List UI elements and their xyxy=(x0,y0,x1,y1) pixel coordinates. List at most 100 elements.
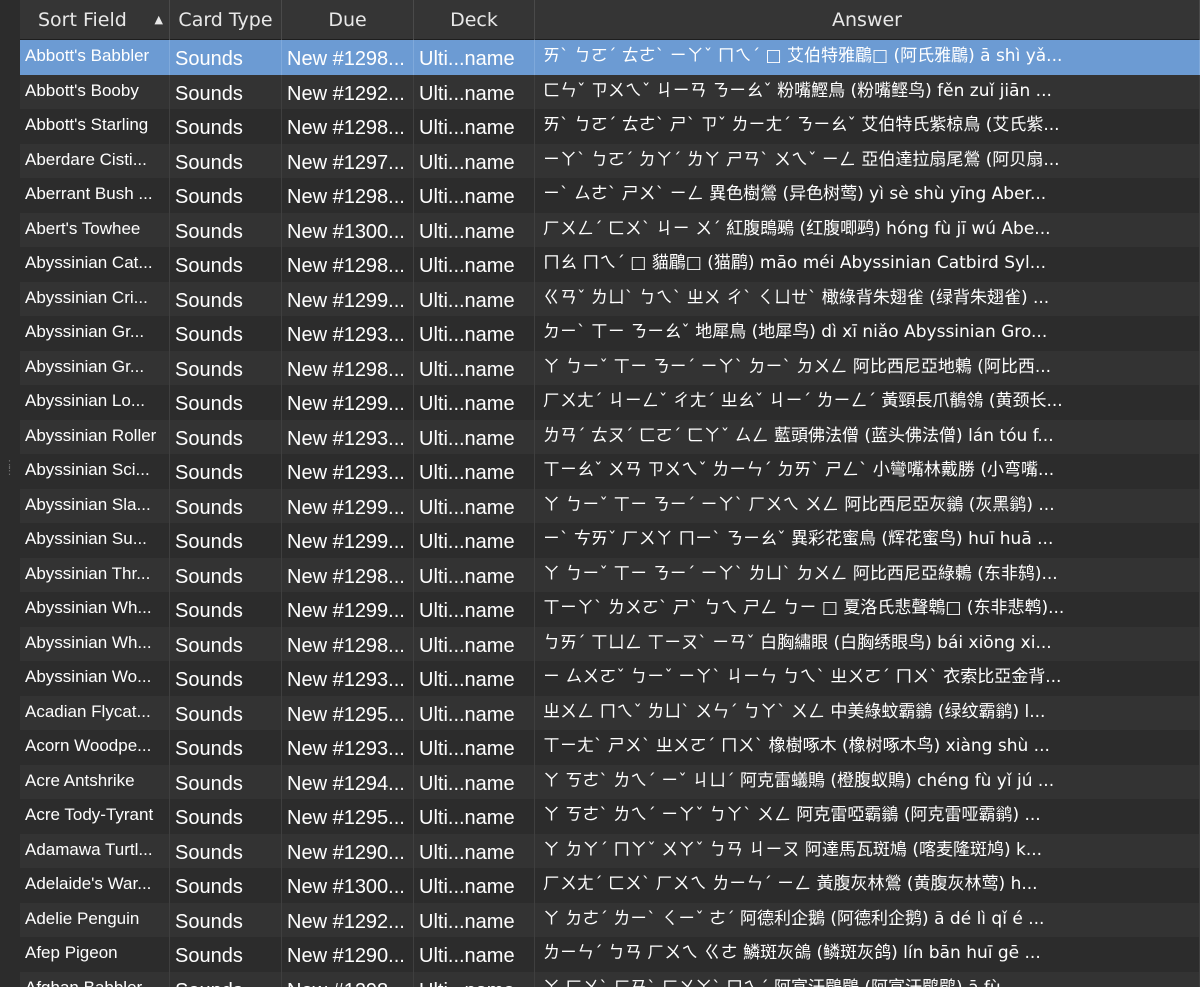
table-row[interactable]: Afghan BabblerSoundsNew #1298...Ulti...n… xyxy=(20,971,1200,987)
table-row[interactable]: Acre Antshrike Sounds New #1294... Ulti...n… xyxy=(20,764,1200,799)
table-row[interactable]: Abyssinian Su... Sounds New #1299... Ulti..… xyxy=(20,523,1200,558)
cell-sort-field: Abbott's Booby xyxy=(20,74,170,109)
table-row[interactable]: Abyssinian Wh... Sounds New #1298... Ulti..… xyxy=(20,626,1200,661)
column-header-answer[interactable]: Answer xyxy=(535,0,1200,40)
cell-card-type: Sounds xyxy=(170,868,282,903)
cell-deck: Ulti...name xyxy=(414,350,535,385)
cell-due: New #1295... xyxy=(282,799,414,834)
cell-answer: ㄧ ㄙㄨㄛˇ ㄅㄧˇ ㄧㄚˋ ㄐㄧㄣ ㄅㄟˋ ㄓㄨㄛˊ ㄇㄨˋ 衣索比亞金背..… xyxy=(535,661,1200,696)
table-row[interactable]: Acorn Woodpe... Sounds New #1293... Ulti...… xyxy=(20,730,1200,765)
cell-due: New #1300... xyxy=(282,212,414,247)
sidebar-splitter[interactable]: ⋮ ⋮ xyxy=(0,0,20,987)
cell-deck: Ulti...name xyxy=(414,730,535,765)
cell-sort-field: Abyssinian Sci... xyxy=(20,454,170,489)
column-header-sort-field[interactable]: Sort Field ▲ xyxy=(20,0,170,40)
cell-due: New #1298... xyxy=(282,350,414,385)
cell-due: New #1298... xyxy=(282,626,414,661)
cell-answer: ㄓㄨㄥ ㄇㄟˇ ㄌㄩˋ ㄨㄣˊ ㄅㄚˋ ㄨㄥ 中美綠蚊霸鶲 (绿纹霸鹟) l..… xyxy=(535,695,1200,730)
cell-due: New #1293... xyxy=(282,419,414,454)
cell-card-type: Sounds xyxy=(170,109,282,144)
cell-card-type: Sounds xyxy=(170,40,282,75)
cell-deck: Ulti...name xyxy=(414,247,535,282)
cell-answer: ㄌㄢˊ ㄊㄡˊ ㄈㄛˊ ㄈㄚˇ ㄙㄥ 藍頭佛法僧 (蓝头佛法僧) lán tóu… xyxy=(535,419,1200,454)
cell-answer: ㄅㄞˊ ㄒㄩㄥ ㄒㄧㄡˋ ㄧㄢˇ 白胸繡眼 (白胸绣眼鸟) bái xiōng … xyxy=(535,626,1200,661)
cell-answer: ㄚ ㄈㄨˋ ㄏㄢˋ ㄏㄨㄚˋ ㄇㄟˊ 阿富汗鶥鶥 (阿富汗鹛鹛) ā fù... xyxy=(535,971,1200,987)
cell-answer: ㄧㄚˋ ㄅㄛˊ ㄉㄚˊ ㄌㄚ ㄕㄢˋ ㄨㄟˇ ㄧㄥ 亞伯達拉扇尾鶯 (阿贝扇..… xyxy=(535,143,1200,178)
cell-deck: Ulti...name xyxy=(414,661,535,696)
card-browser: ⋮ ⋮ Sort Field ▲ Card Type Due Deck Answe… xyxy=(0,0,1200,987)
cell-due: New #1298... xyxy=(282,557,414,592)
cell-due: New #1299... xyxy=(282,488,414,523)
cell-sort-field: Abyssinian Gr... xyxy=(20,316,170,351)
cell-sort-field: Acorn Woodpe... xyxy=(20,730,170,765)
table-row[interactable]: Acre Tody-Tyrant Sounds New #1295... Ulti..… xyxy=(20,799,1200,834)
table-row[interactable]: Abyssinian Cat... Sounds New #1298... Ulti.… xyxy=(20,247,1200,282)
splitter-grip-icon[interactable]: ⋮ ⋮ xyxy=(4,459,15,486)
cell-deck: Ulti...name xyxy=(414,212,535,247)
cell-deck: Ulti...name xyxy=(414,799,535,834)
cell-card-type: Sounds xyxy=(170,833,282,868)
table-row[interactable]: Abyssinian Thr... Sounds New #1298... Ulti.… xyxy=(20,557,1200,592)
cell-card-type: Sounds xyxy=(170,454,282,489)
cell-deck: Ulti...name xyxy=(414,937,535,972)
cell-card-type: Sounds xyxy=(170,557,282,592)
table-row[interactable]: Aberdare Cisti... Sounds New #1297... Ulti.… xyxy=(20,143,1200,178)
cell-card-type: Sounds xyxy=(170,385,282,420)
table-row[interactable]: Adelie Penguin Sounds New #1292... Ulti...n… xyxy=(20,902,1200,937)
table-row[interactable]: Abbott's Booby Sounds New #1292... Ulti...n… xyxy=(20,74,1200,109)
cell-answer: ㄒㄧㄤˋ ㄕㄨˋ ㄓㄨㄛˊ ㄇㄨˋ 橡樹啄木 (橡树啄木鸟) xiàng shù… xyxy=(535,730,1200,765)
cell-sort-field: Abyssinian Wh... xyxy=(20,626,170,661)
cell-deck: Ulti...name xyxy=(414,40,535,75)
table-row[interactable]: Abyssinian Gr... Sounds New #1298... Ulti..… xyxy=(20,350,1200,385)
cell-due: New #1299... xyxy=(282,281,414,316)
table-row[interactable]: Abyssinian Sci... Sounds New #1293... Ulti.… xyxy=(20,454,1200,489)
cell-card-type: Sounds xyxy=(170,488,282,523)
cell-deck: Ulti...name xyxy=(414,281,535,316)
cell-card-type: Sounds xyxy=(170,661,282,696)
cell-card-type: Sounds xyxy=(170,902,282,937)
cell-card-type: Sounds xyxy=(170,212,282,247)
column-header-card-type[interactable]: Card Type xyxy=(170,0,282,40)
table-row[interactable]: Abyssinian Cri... Sounds New #1299... Ulti.… xyxy=(20,281,1200,316)
cell-due: New #1298... xyxy=(282,178,414,213)
table-row[interactable]: Abbott's Starling Sounds New #1298... Ulti.… xyxy=(20,109,1200,144)
sort-ascending-icon: ▲ xyxy=(154,13,163,26)
table-row[interactable]: Abert's Towhee Sounds New #1300... Ulti...n… xyxy=(20,212,1200,247)
table-row[interactable]: Afep Pigeon Sounds New #1290... Ulti...name… xyxy=(20,937,1200,972)
cell-answer: ㄧˋ ㄙㄜˋ ㄕㄨˋ ㄧㄥ 異色樹鶯 (异色树莺) yì sè shù yīng… xyxy=(535,178,1200,213)
table-row[interactable]: Abyssinian Lo... Sounds New #1299... Ulti..… xyxy=(20,385,1200,420)
cell-deck: Ulti...name xyxy=(414,695,535,730)
cell-answer: ㄚ ㄉㄜˊ ㄌㄧˋ ㄑㄧˇ ㄜˊ 阿德利企鵝 (阿德利企鹅) ā dé lì q… xyxy=(535,902,1200,937)
cell-sort-field: Abyssinian Su... xyxy=(20,523,170,558)
cell-due: New #1292... xyxy=(282,902,414,937)
table-row[interactable]: Abyssinian Sla... Sounds New #1299... Ulti.… xyxy=(20,488,1200,523)
cell-answer: ㄉㄧˋ ㄒㄧ ㄋㄧㄠˇ 地犀鳥 (地犀鸟) dì xī niǎo Abyssin… xyxy=(535,316,1200,351)
cell-card-type: Sounds xyxy=(170,971,282,987)
column-header-label: Answer xyxy=(832,9,902,31)
column-header-deck[interactable]: Deck xyxy=(414,0,535,40)
cell-deck: Ulti...name xyxy=(414,178,535,213)
cell-due: New #1300... xyxy=(282,868,414,903)
cell-card-type: Sounds xyxy=(170,626,282,661)
cell-answer: ㄇㄠ ㄇㄟˊ □ 貓鶥□ (猫鹛) māo méi Abyssinian Cat… xyxy=(535,247,1200,282)
table-row[interactable]: Abyssinian Wh... Sounds New #1299... Ulti..… xyxy=(20,592,1200,627)
cell-due: New #1297... xyxy=(282,143,414,178)
table-row[interactable]: Aberrant Bush ... Sounds New #1298... Ulti.… xyxy=(20,178,1200,213)
cell-card-type: Sounds xyxy=(170,799,282,834)
table-row[interactable]: Abbott's Babbler Sounds New #1298... Ulti..… xyxy=(20,40,1200,75)
column-header-label: Deck xyxy=(450,9,498,31)
table-row[interactable]: Abyssinian Wo... Sounds New #1293... Ulti..… xyxy=(20,661,1200,696)
cell-sort-field: Abyssinian Gr... xyxy=(20,350,170,385)
table-row[interactable]: Abyssinian Gr... Sounds New #1293... Ulti..… xyxy=(20,316,1200,351)
table-row[interactable]: Acadian Flycat... Sounds New #1295... Ulti.… xyxy=(20,695,1200,730)
cell-answer: ㄈㄣˇ ㄗㄨㄟˇ ㄐㄧㄢ ㄋㄧㄠˇ 粉嘴鰹鳥 (粉嘴鲣鸟) fěn zuǐ ji… xyxy=(535,74,1200,109)
cell-card-type: Sounds xyxy=(170,695,282,730)
table-row[interactable]: Abyssinian Roller Sounds New #1293... Ulti.… xyxy=(20,419,1200,454)
column-header-due[interactable]: Due xyxy=(282,0,414,40)
cell-answer: ㄚ ㄎㄜˋ ㄌㄟˊ ㄧㄚˇ ㄅㄚˋ ㄨㄥ 阿克雷啞霸鶲 (阿克雷哑霸鹟) ... xyxy=(535,799,1200,834)
cell-sort-field: Abyssinian Lo... xyxy=(20,385,170,420)
cell-sort-field: Afghan Babbler xyxy=(20,971,170,987)
cell-answer: ㄒㄧㄚˋ ㄌㄨㄛˋ ㄕˋ ㄅㄟ ㄕㄥ ㄅㄧ □ 夏洛氏悲聲鵯□ (东非悲鹎)..… xyxy=(535,592,1200,627)
table-row[interactable]: Adelaide's War... Sounds New #1300... Ulti.… xyxy=(20,868,1200,903)
table-row[interactable]: Adamawa Turtl... Sounds New #1290... Ulti..… xyxy=(20,833,1200,868)
